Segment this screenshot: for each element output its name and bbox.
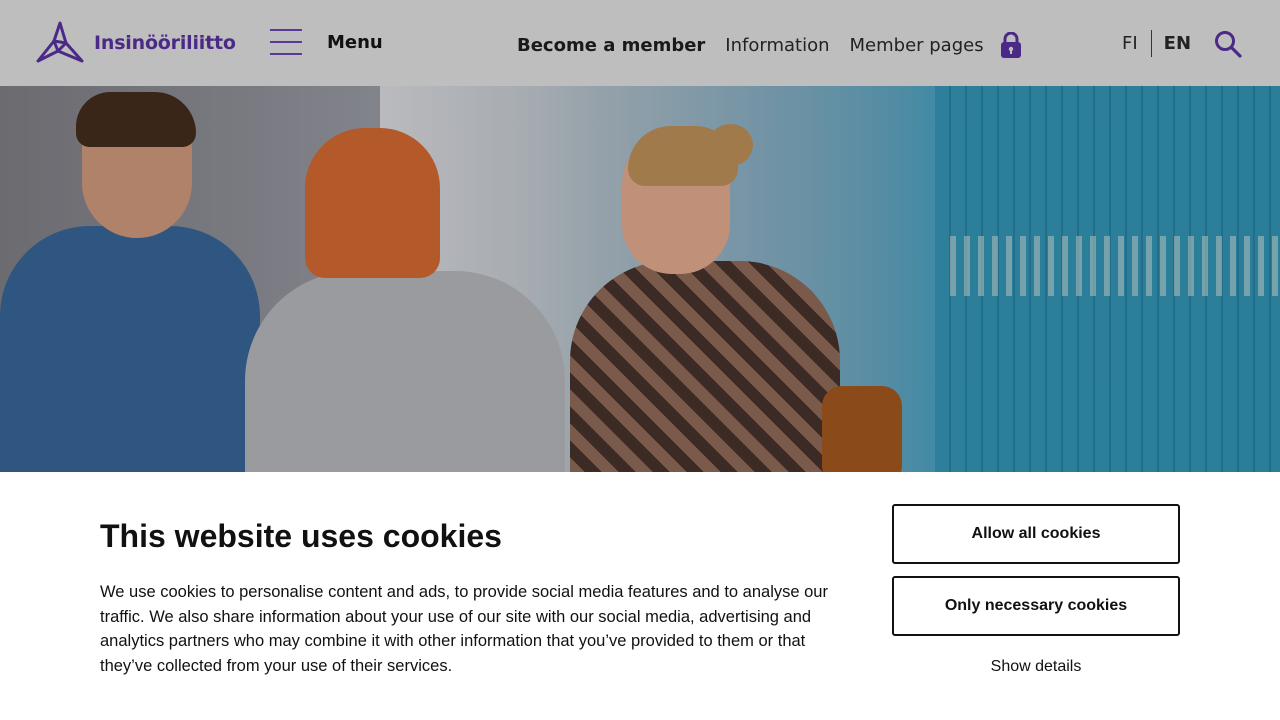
hamburger-icon xyxy=(270,29,302,55)
language-switcher: FI EN xyxy=(1122,30,1191,57)
lang-divider xyxy=(1150,30,1152,57)
menu-label: Menu xyxy=(327,31,383,53)
logo-icon xyxy=(36,21,84,63)
main-nav: Become a member Information Member pages xyxy=(517,32,1022,58)
nav-information[interactable]: Information xyxy=(725,35,829,56)
show-details-link[interactable]: Show details xyxy=(892,658,1180,676)
logo-link[interactable]: Insinööriliitto xyxy=(36,21,236,65)
menu-button[interactable]: Menu xyxy=(270,29,383,55)
cookie-text: We use cookies to personalise content an… xyxy=(100,583,828,675)
logo-text: Insinööriliitto xyxy=(94,32,236,54)
cookie-banner: This website uses cookies We use cookies… xyxy=(0,472,1280,720)
lock-icon[interactable] xyxy=(1000,32,1022,58)
lang-en[interactable]: EN xyxy=(1164,33,1191,54)
allow-all-cookies-button[interactable]: Allow all cookies xyxy=(892,504,1180,564)
search-icon[interactable] xyxy=(1214,30,1242,58)
site-header: Insinööriliitto Menu Become a member Inf… xyxy=(0,0,1280,86)
lang-fi[interactable]: FI xyxy=(1122,33,1138,54)
nav-become-member[interactable]: Become a member xyxy=(517,35,705,56)
nav-member-pages[interactable]: Member pages xyxy=(850,35,984,56)
only-necessary-cookies-button[interactable]: Only necessary cookies xyxy=(892,576,1180,636)
hero-image xyxy=(0,86,1280,472)
cookie-title: This website uses cookies xyxy=(100,518,502,554)
